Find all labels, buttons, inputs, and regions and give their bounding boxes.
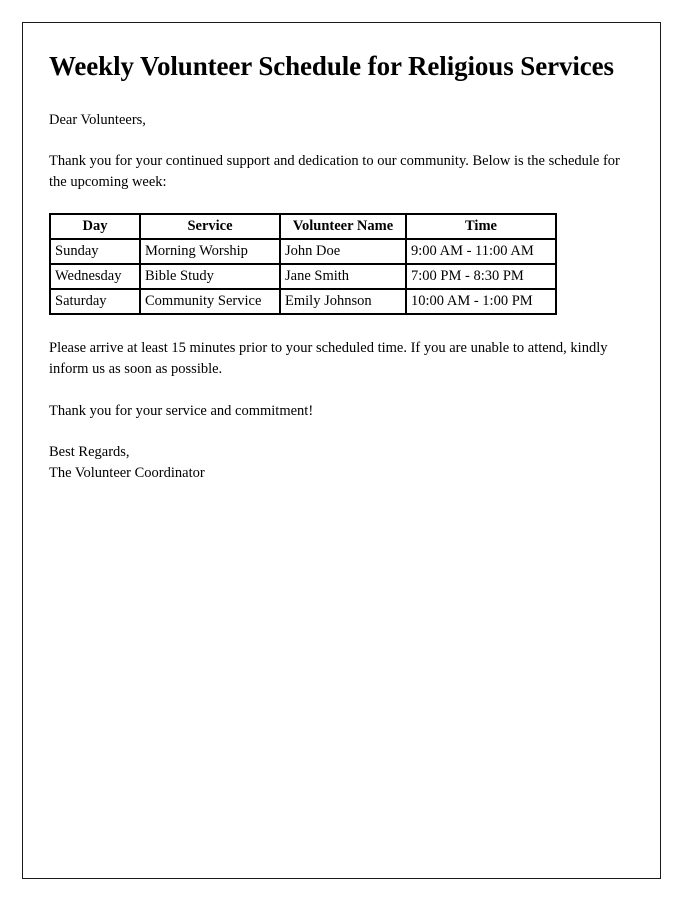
cell-volunteer: Jane Smith — [280, 264, 406, 290]
table-body: Sunday Morning Worship John Doe 9:00 AM … — [50, 239, 556, 315]
signature-block: Best Regards, The Volunteer Coordinator — [49, 442, 634, 483]
table-row: Sunday Morning Worship John Doe 9:00 AM … — [50, 239, 556, 265]
cell-time: 9:00 AM - 11:00 AM — [406, 239, 556, 265]
column-header-time: Time — [406, 214, 556, 240]
cell-service: Community Service — [140, 289, 280, 315]
signoff-line: Best Regards, — [49, 444, 130, 461]
table-header: Day Service Volunteer Name Time — [50, 214, 556, 240]
table-row: Wednesday Bible Study Jane Smith 7:00 PM… — [50, 264, 556, 290]
cell-volunteer: John Doe — [280, 239, 406, 265]
intro-paragraph: Thank you for your continued support and… — [49, 153, 620, 190]
salutation-text: Dear Volunteers, — [49, 111, 146, 128]
cell-service: Bible Study — [140, 264, 280, 290]
cell-day: Sunday — [50, 239, 140, 265]
notice-paragraph: Please arrive at least 15 minutes prior … — [49, 340, 608, 377]
cell-service: Morning Worship — [140, 239, 280, 265]
cell-day: Wednesday — [50, 264, 140, 290]
thanks-paragraph: Thank you for your service and commitmen… — [49, 402, 314, 419]
column-header-volunteer-name: Volunteer Name — [280, 214, 406, 240]
column-header-day: Day — [50, 214, 140, 240]
cell-time: 10:00 AM - 1:00 PM — [406, 289, 556, 315]
schedule-table: Day Service Volunteer Name Time Sunday M… — [49, 213, 557, 316]
cell-time: 7:00 PM - 8:30 PM — [406, 264, 556, 290]
page-title: Weekly Volunteer Schedule for Religious … — [49, 51, 614, 81]
cell-volunteer: Emily Johnson — [280, 289, 406, 315]
cell-day: Saturday — [50, 289, 140, 315]
document-page: Weekly Volunteer Schedule for Religious … — [22, 22, 661, 879]
document-body: Weekly Volunteer Schedule for Religious … — [23, 23, 660, 483]
signer-line: The Volunteer Coordinator — [49, 464, 205, 481]
table-header-row: Day Service Volunteer Name Time — [50, 214, 556, 240]
table-row: Saturday Community Service Emily Johnson… — [50, 289, 556, 315]
column-header-service: Service — [140, 214, 280, 240]
